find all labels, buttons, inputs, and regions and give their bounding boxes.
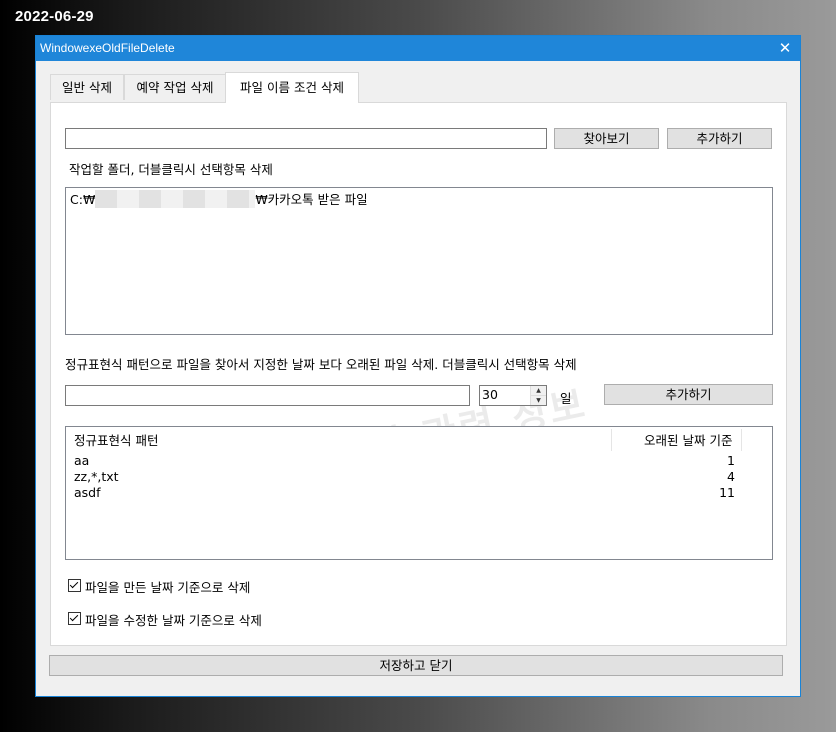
folder-path-input[interactable] [65, 128, 547, 149]
table-row[interactable]: aa 1 [66, 453, 771, 469]
row-days: 4 [727, 469, 735, 484]
list-item[interactable]: C:₩ ₩카카오톡 받은 파일 [70, 189, 368, 208]
browse-button[interactable]: 찾아보기 [554, 128, 659, 149]
modified-date-label: 파일을 수정한 날짜 기준으로 삭제 [85, 613, 262, 628]
folder-path-suffix: ₩카카오톡 받은 파일 [255, 192, 368, 207]
pattern-instruction: 정규표현식 패턴으로 파일을 찾아서 지정한 날짜 보다 오래된 파일 삭제. … [65, 357, 577, 372]
days-unit-label: 일 [560, 391, 572, 406]
stepper-arrows: ▲ ▼ [530, 386, 546, 405]
pattern-list[interactable]: 정규표현식 패턴 오래된 날짜 기준 aa 1 zz,*,txt 4 asdf … [65, 426, 773, 560]
chevron-down-icon[interactable]: ▼ [531, 396, 546, 405]
days-stepper[interactable]: 30 ▲ ▼ [479, 385, 547, 406]
date-stamp: 2022-06-29 [15, 8, 94, 25]
app-window: WindowexeOldFileDelete ✕ 일반 삭제 예약 작업 삭제 … [35, 35, 801, 697]
row-days: 11 [719, 485, 735, 500]
days-value: 30 [482, 387, 498, 402]
checkbox-checked-icon[interactable] [68, 612, 81, 625]
close-icon[interactable]: ✕ [770, 36, 800, 61]
add-folder-button[interactable]: 추가하기 [667, 128, 772, 149]
title-bar[interactable]: WindowexeOldFileDelete ✕ [36, 36, 800, 61]
pattern-input[interactable] [65, 385, 470, 406]
column-divider [741, 429, 742, 451]
created-date-label: 파일을 만든 날짜 기준으로 삭제 [85, 580, 251, 595]
row-pattern: zz,*,txt [74, 469, 119, 484]
row-pattern: asdf [74, 485, 101, 500]
folder-list[interactable]: C:₩ ₩카카오톡 받은 파일 [65, 187, 773, 335]
table-row[interactable]: zz,*,txt 4 [66, 469, 771, 485]
redacted-path [95, 190, 256, 208]
add-pattern-button[interactable]: 추가하기 [604, 384, 773, 405]
folder-instruction: 작업할 폴더, 더블클릭시 선택항목 삭제 [69, 162, 273, 177]
save-and-close-button[interactable]: 저장하고 닫기 [49, 655, 783, 676]
table-row[interactable]: asdf 11 [66, 485, 771, 501]
tab-filename-condition-delete[interactable]: 파일 이름 조건 삭제 [225, 72, 359, 103]
checkbox-checked-icon[interactable] [68, 579, 81, 592]
column-header-days[interactable]: 오래된 날짜 기준 [644, 430, 732, 449]
row-days: 1 [727, 453, 735, 468]
tab-scheduled-delete[interactable]: 예약 작업 삭제 [124, 74, 226, 100]
tab-panel: 컴퓨터 관련 정보 찾아보기 추가하기 작업할 폴더, 더블클릭시 선택항목 삭… [50, 102, 787, 646]
folder-path-prefix: C:₩ [70, 192, 96, 207]
row-pattern: aa [74, 453, 90, 468]
chevron-up-icon[interactable]: ▲ [531, 386, 546, 396]
tab-general-delete[interactable]: 일반 삭제 [50, 74, 124, 100]
column-header-pattern[interactable]: 정규표현식 패턴 [74, 430, 158, 449]
column-divider [611, 429, 612, 451]
window-title: WindowexeOldFileDelete [40, 41, 175, 55]
